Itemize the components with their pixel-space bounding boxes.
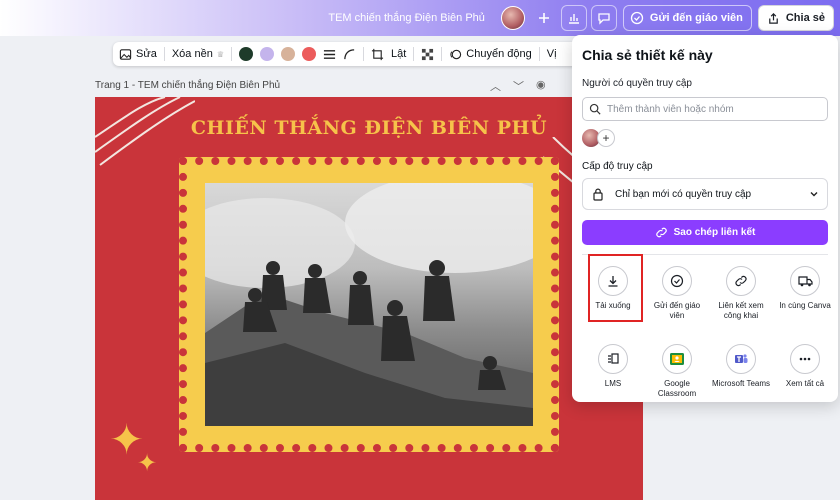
corner-rounding-button[interactable] [343, 48, 356, 61]
toolbar-divider [413, 47, 415, 61]
print-option[interactable]: In cùng Canva [774, 262, 836, 340]
plus-icon [538, 13, 549, 23]
send-teacher-option[interactable]: Gửi đến giáo viên [646, 262, 708, 340]
people-access-label: Người có quyền truy cập [582, 78, 692, 89]
page-label: Trang 1 - TEM chiến thắng Điện Biên Phủ [95, 80, 281, 91]
crop-button[interactable] [371, 48, 384, 61]
user-avatar[interactable] [500, 6, 525, 30]
toolbar-divider [538, 47, 540, 61]
corner-icon [344, 48, 355, 59]
link-icon [655, 227, 667, 238]
google-classroom-label: Google Classroom [657, 379, 697, 398]
share-button[interactable]: Chia sẻ [757, 5, 834, 31]
design-canvas[interactable]: CHIẾN THẮNG ĐIỆN BIÊN PHỦ ✦ ✦ [95, 97, 643, 500]
more-icon [790, 344, 820, 374]
position-button[interactable]: Vị [547, 48, 557, 60]
toolbar-divider [230, 47, 232, 61]
share-icon [769, 12, 778, 24]
border-weight-button[interactable] [323, 48, 336, 61]
public-link-label: Liên kết xem công khai [718, 301, 764, 320]
position-label: Vị [546, 48, 557, 60]
color-swatch-4[interactable] [301, 47, 316, 61]
share-label: Chia sẻ [785, 12, 825, 24]
google-classroom-icon [662, 344, 692, 374]
crown-icon: ♕ [216, 49, 224, 59]
stamp-frame[interactable] [179, 157, 559, 452]
lock-icon [593, 188, 603, 201]
access-level-label: Cấp độ truy cập [582, 161, 653, 172]
people-list: + [582, 129, 828, 147]
add-collaborator-button[interactable] [531, 5, 557, 31]
page-controls: ︿ ﹀ ◉ [490, 78, 546, 94]
checkerboard-icon [422, 48, 434, 60]
canvas-heading[interactable]: CHIẾN THẮNG ĐIỆN BIÊN PHỦ [95, 117, 643, 139]
teams-icon [726, 344, 756, 374]
editor-toolbar: Sửa Xóa nền ♕ Lật Chuyển động Vị [113, 42, 583, 66]
color-swatch-3[interactable] [280, 47, 295, 61]
add-people-field[interactable] [582, 97, 828, 121]
public-link-option[interactable]: Liên kết xem công khai [710, 262, 772, 340]
share-panel-title: Chia sẻ thiết kế này [582, 47, 713, 63]
eye-icon[interactable]: ◉ [536, 78, 546, 94]
chevron-down-icon [810, 192, 818, 197]
access-level-dropdown[interactable]: Chỉ bạn mới có quyền truy cập [582, 178, 828, 210]
bar-chart-icon [568, 14, 579, 24]
send-to-teacher-button[interactable]: Gửi đến giáo viên [622, 5, 752, 31]
print-label: In cùng Canva [779, 301, 831, 310]
flip-button[interactable]: Lật [391, 48, 406, 60]
access-level-value: Chỉ bạn mới có quyền truy cập [615, 188, 752, 200]
copy-link-label: Sao chép liên kết [673, 227, 756, 238]
add-person-button[interactable]: + [597, 129, 615, 147]
transparency-button[interactable] [421, 48, 434, 61]
copy-link-button[interactable]: Sao chép liên kết [582, 220, 828, 245]
lines-icon [323, 49, 336, 59]
animate-icon [450, 49, 462, 59]
truck-icon [790, 266, 820, 296]
top-bar: TEM chiến thắng Điện Biên Phủ Gửi đến gi… [0, 0, 840, 36]
toolbar-divider [362, 47, 364, 61]
color-swatch-2[interactable] [259, 47, 274, 61]
teams-option[interactable]: Microsoft Teams [710, 340, 772, 418]
sparkle-icon: ✦ [137, 450, 158, 477]
bg-remover-label: Xóa nền [171, 48, 213, 60]
comment-icon [598, 13, 610, 25]
check-circle-icon [630, 11, 644, 25]
animate-button[interactable]: Chuyển động [449, 48, 532, 61]
animate-label: Chuyển động [466, 48, 532, 60]
send-to-teacher-label: Gửi đến giáo viên [649, 12, 743, 24]
see-all-label: Xem tất cả [785, 379, 825, 388]
bg-remover-button[interactable]: Xóa nền ♕ [172, 48, 224, 60]
image-edit-icon [119, 48, 132, 60]
toolbar-divider [163, 47, 165, 61]
crop-icon [371, 48, 384, 60]
historical-photo[interactable] [205, 183, 533, 426]
lms-icon [598, 344, 628, 374]
check-circle-icon [662, 266, 692, 296]
flip-label: Lật [390, 48, 407, 60]
see-all-option[interactable]: Xem tất cả [774, 340, 836, 418]
edit-label: Sửa [136, 48, 157, 60]
send-teacher-label: Gửi đến giáo viên [653, 301, 701, 320]
edit-image-button[interactable]: Sửa [119, 48, 157, 61]
download-highlight-box [588, 254, 643, 322]
color-swatch-1[interactable] [238, 47, 253, 61]
document-title[interactable]: TEM chiến thắng Điện Biên Phủ [328, 12, 485, 24]
insights-button[interactable] [560, 5, 587, 31]
teams-label: Microsoft Teams [711, 379, 771, 388]
add-people-input[interactable] [607, 103, 821, 115]
search-icon [589, 103, 601, 115]
soldiers-illustration [205, 183, 533, 426]
chevron-up-icon[interactable]: ︿ [490, 78, 501, 94]
lms-label: LMS [604, 379, 622, 388]
google-classroom-option[interactable]: Google Classroom [646, 340, 708, 418]
chevron-down-icon[interactable]: ﹀ [513, 78, 524, 94]
comments-button[interactable] [590, 5, 617, 31]
toolbar-divider [441, 47, 443, 61]
link-icon [726, 266, 756, 296]
lms-option[interactable]: LMS [582, 340, 644, 418]
share-panel: Chia sẻ thiết kế này Người có quyền truy… [572, 35, 838, 402]
